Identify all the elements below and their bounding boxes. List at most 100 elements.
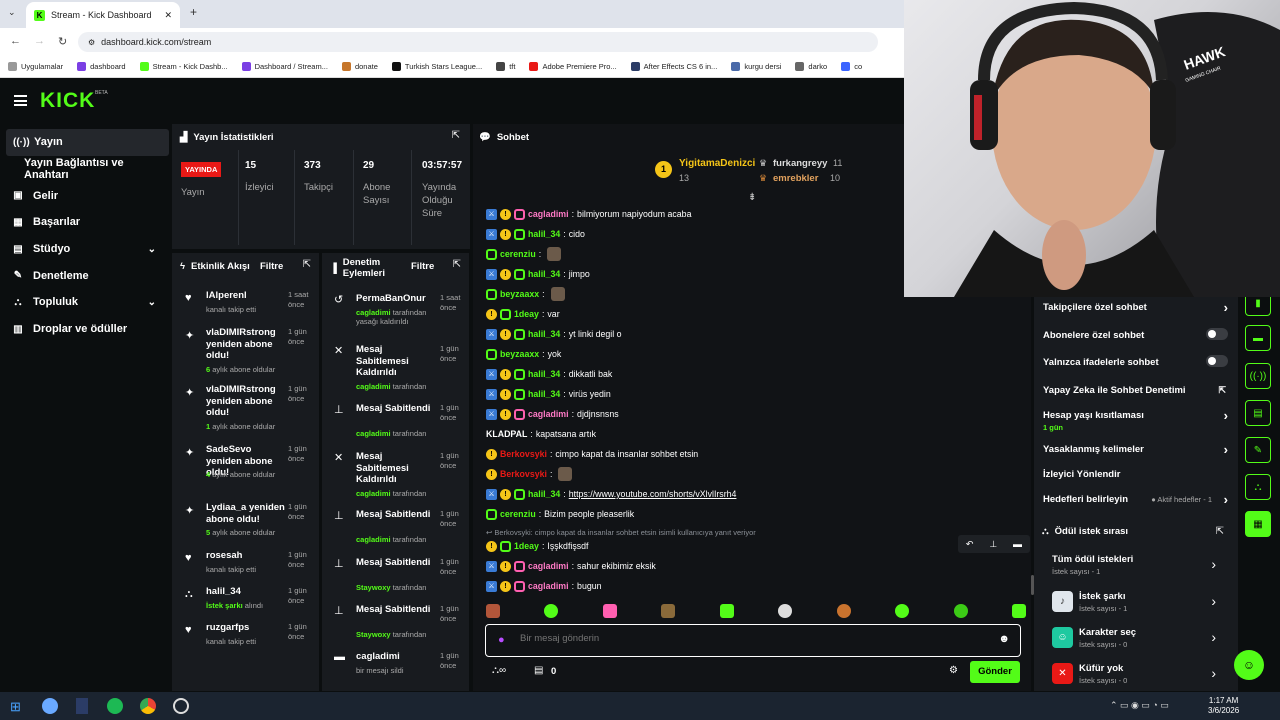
site-info-icon[interactable]: ⚙: [88, 38, 95, 47]
sidebar-item-gelir[interactable]: ▣ Gelir: [0, 182, 170, 209]
bookmark-item[interactable]: kurgu dersi: [731, 62, 781, 71]
emote-icon[interactable]: [486, 604, 500, 618]
chat-username[interactable]: beyzaaxx: [500, 349, 539, 359]
kick-logo[interactable]: KICK: [40, 89, 95, 113]
spotify-icon[interactable]: [107, 698, 123, 714]
activity-item[interactable]: ✦ vlaDIMIRstrong yeniden abone oldu! 1 gün…: [178, 384, 316, 434]
chat-message[interactable]: KLADPAL: kapatsana artık: [486, 427, 596, 441]
chat-message[interactable]: ⚔! halil_34: dikkatli bak: [486, 367, 612, 381]
chat-setting-item[interactable]: Yapay Zeka ile Sohbet Denetimi ⇱: [1043, 385, 1228, 403]
popout-icon[interactable]: ⇱: [453, 259, 461, 270]
activity-item[interactable]: ♥ ruzgarfps 1 gün önce kanalı takip etti: [178, 622, 316, 672]
chat-username[interactable]: cagladimi: [528, 581, 569, 591]
popout-icon[interactable]: ⇱: [1216, 526, 1224, 537]
pin-icon[interactable]: ⊥: [989, 539, 997, 550]
chat-message[interactable]: ! Berkovsyki:: [486, 467, 573, 481]
rail-dashboard-icon[interactable]: ▦: [1245, 511, 1271, 537]
send-button[interactable]: Gönder: [970, 661, 1020, 683]
reward-item[interactable]: ✕ Küfür yok İstek sayısı - 0 ›: [1052, 663, 1222, 687]
tray-icons[interactable]: ⌃ ▭ ◉ ▭ ◔ ▭: [1110, 700, 1169, 711]
chat-username[interactable]: Berkovsyki: [500, 449, 547, 459]
chat-username[interactable]: cagladimi: [528, 561, 569, 571]
tab-close-icon[interactable]: ✕: [164, 10, 172, 21]
bookmark-item[interactable]: dashboard: [77, 62, 126, 71]
emote-icon[interactable]: [602, 604, 617, 618]
activity-item[interactable]: ✦ Lydiaa_a yeniden abone oldu! 1 gün önce 5…: [178, 502, 316, 552]
chat-username[interactable]: halil_34: [528, 229, 560, 239]
emote-icon[interactable]: [1011, 604, 1026, 618]
chat-setting-item[interactable]: Yalnızca ifadelerle sohbet: [1043, 355, 1228, 375]
toggle-switch[interactable]: [1206, 355, 1228, 367]
store-icon[interactable]: ▤: [534, 665, 543, 676]
bookmark-item[interactable]: Adobe Premiere Pro...: [529, 62, 617, 71]
chat-message[interactable]: ⚔! halil_34: yt linki degil o: [486, 327, 622, 341]
bookmark-item[interactable]: darko: [795, 62, 827, 71]
emote-icon[interactable]: [953, 604, 968, 618]
tab-search-icon[interactable]: ⌄: [8, 7, 16, 18]
chat-message[interactable]: ! Berkovsyki: cimpo kapat da insanlar sohb…: [486, 447, 698, 461]
bookmark-item[interactable]: tft: [496, 62, 515, 71]
browser-tab[interactable]: K Stream - Kick Dashboard ✕: [26, 2, 180, 28]
chat-message[interactable]: ⚔! halil_34: virüs yedin: [486, 387, 611, 401]
emote-icon[interactable]: [661, 604, 676, 618]
bookmark-item[interactable]: Turkish Stars League...: [391, 62, 482, 71]
rail-broadcast-icon[interactable]: ((·)): [1245, 363, 1271, 389]
moderation-item[interactable]: ↺ PermaBanOnur 1 saat önce cagladimi tarafı…: [328, 293, 464, 341]
app-icon[interactable]: [76, 698, 88, 714]
rail-wrench-icon[interactable]: ✎: [1245, 437, 1271, 463]
chat-message[interactable]: ⚔! cagladimi: djdjnsnsns: [486, 407, 619, 421]
chat-input[interactable]: [520, 633, 970, 644]
chat-username[interactable]: cagladimi: [528, 409, 569, 419]
moderation-item[interactable]: ⊥ Mesaj Sabitlendi 1 gün önce Staywoxy tara…: [328, 557, 464, 605]
chat-message[interactable]: ⚔! cagladimi: bilmiyorum napiyodum acaba: [486, 207, 691, 221]
bookmark-item[interactable]: After Effects CS 6 in...: [630, 62, 717, 71]
chat-setting-item[interactable]: Yasaklanmış kelimeler ›: [1043, 442, 1228, 462]
chat-setting-item[interactable]: Hedefleri belirleyin ● Aktif hedefler - 1…: [1043, 492, 1228, 512]
chat-setting-item[interactable]: Hesap yaşı kısıtlaması 1 gün ›: [1043, 408, 1228, 432]
chat-message[interactable]: ⚔! halil_34: cido: [486, 227, 585, 241]
chat-setting-item[interactable]: İzleyici Yönlendir: [1043, 469, 1228, 487]
chat-setting-item[interactable]: Takipçilere özel sohbet ›: [1043, 300, 1228, 320]
moderation-item[interactable]: ✕ Mesaj Sabitlemesi Kaldırıldı 1 gün önce c…: [328, 344, 464, 392]
chat-username[interactable]: beyzaaxx: [500, 289, 539, 299]
popout-icon[interactable]: ⇱: [452, 130, 460, 141]
chrome-icon[interactable]: [140, 698, 156, 714]
windows-start-icon[interactable]: ⊞: [10, 699, 21, 715]
url-field[interactable]: ⚙ dashboard.kick.com/stream: [78, 32, 878, 52]
emote-icon[interactable]: [895, 604, 910, 618]
back-icon[interactable]: ←: [10, 35, 21, 47]
chat-username[interactable]: halil_34: [528, 369, 560, 379]
sidebar-item-basarilar[interactable]: ▦ Başarılar: [0, 209, 170, 236]
reward-item[interactable]: Tüm ödül istekleri İstek sayısı - 1 ›: [1052, 554, 1222, 578]
bookmark-item[interactable]: donate: [341, 62, 378, 71]
chat-username[interactable]: cagladimi: [528, 209, 569, 219]
community-points-icon[interactable]: ⛬∞: [492, 665, 506, 676]
activity-item[interactable]: ✦ vlaDIMIRstrong yeniden abone oldu! 1 gün…: [178, 327, 316, 377]
chat-username[interactable]: halil_34: [528, 329, 560, 339]
sidebar-item-yayin[interactable]: ((·)) Yayın: [6, 129, 169, 156]
chat-username[interactable]: Berkovsyki: [500, 469, 547, 479]
popout-icon[interactable]: ⇱: [303, 259, 311, 270]
chat-message[interactable]: ⚔! cagladimi: sahur ekibimiz eksik: [486, 559, 656, 573]
chat-username[interactable]: 1deay: [514, 309, 539, 319]
moderation-item[interactable]: ⊥ Mesaj Sabitlendi 1 gün önce cagladimi tar…: [328, 509, 464, 557]
chat-username[interactable]: cerenziu: [500, 249, 536, 259]
chat-username[interactable]: halil_34: [528, 269, 560, 279]
moderation-filter-button[interactable]: Filtre: [411, 261, 434, 272]
chat-username[interactable]: halil_34: [528, 389, 560, 399]
moderation-item[interactable]: ⊥ Mesaj Sabitlendi 1 gün önce Staywoxy tara…: [328, 604, 464, 652]
chat-input-box[interactable]: ● ☻: [485, 624, 1021, 657]
rail-printer-icon[interactable]: ▤: [1245, 400, 1271, 426]
reload-icon[interactable]: ↻: [58, 35, 67, 48]
chat-message[interactable]: cerenziu: Bizim people pleaserlik: [486, 507, 634, 521]
rail-chat-icon[interactable]: ▬: [1245, 325, 1271, 351]
delete-icon[interactable]: ▬: [1013, 539, 1022, 549]
reward-item[interactable]: ☺ Karakter seç İstek sayısı - 0 ›: [1052, 627, 1222, 651]
bookmark-item[interactable]: Dashboard / Stream...: [241, 62, 328, 71]
reply-icon[interactable]: ↶: [966, 539, 974, 550]
bookmark-item[interactable]: Stream - Kick Dashb...: [139, 62, 228, 71]
sidebar-item-droplar[interactable]: ▥ Droplar ve ödüller: [0, 316, 170, 343]
emote-icon[interactable]: [719, 604, 734, 618]
chat-username[interactable]: KLADPAL: [486, 429, 527, 439]
pin-collapse-icon[interactable]: ⇟: [748, 192, 756, 203]
